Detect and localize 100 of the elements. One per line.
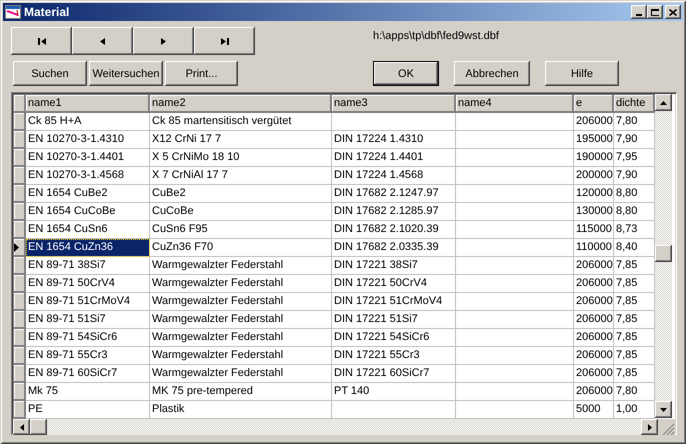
file-path: h:\apps\tp\dbf\fed9wst.dbf xyxy=(373,30,499,42)
table-cell: CuSn6 F95 xyxy=(150,220,332,238)
table-cell: Warmgewalzter Federstahl xyxy=(150,310,332,328)
table-cell: DIN 17224 1.4401 xyxy=(332,148,456,166)
table-cell: 206000 xyxy=(574,328,614,346)
table-cell: DIN 17221 50CrV4 xyxy=(332,274,456,292)
window-title: Material xyxy=(24,5,70,19)
table-cell: EN 1654 CuBe2 xyxy=(26,184,150,202)
next-record-button[interactable] xyxy=(133,27,194,55)
dialog-button[interactable]: Abbrechen xyxy=(454,61,530,86)
column-header[interactable]: e xyxy=(574,94,614,112)
column-header[interactable]: name3 xyxy=(332,94,456,112)
scroll-up-icon xyxy=(660,100,667,104)
scroll-left-icon xyxy=(20,424,24,430)
table-cell: EN 89-71 51CrMoV4 xyxy=(26,292,150,310)
table-cell: Ck 85 martensitisch vergütet xyxy=(150,112,332,130)
table-cell: 206000 xyxy=(574,292,614,310)
row-indicator[interactable] xyxy=(14,238,26,256)
table-cell: 120000 xyxy=(574,184,614,202)
table-cell: Warmgewalzter Federstahl xyxy=(150,292,332,310)
table-cell: CuZn36 F70 xyxy=(150,238,332,256)
table-cell: 195000 xyxy=(574,130,614,148)
window-icon xyxy=(5,5,21,19)
table-cell: Mk 75 xyxy=(26,382,150,400)
table-cell: DIN 17682 2.1020.39 xyxy=(332,220,456,238)
table-cell: EN 10270-3-1.4568 xyxy=(26,166,150,184)
horizontal-scrollbar[interactable] xyxy=(13,419,675,435)
toolbar-button[interactable]: Print... xyxy=(165,61,238,86)
table-cell: EN 89-71 54SiCr6 xyxy=(26,328,150,346)
table-cell: Ck 85 H+A xyxy=(26,112,150,130)
table-cell: DIN 17682 2.1285.97 xyxy=(332,202,456,220)
dialog-button[interactable]: Hilfe xyxy=(545,61,619,86)
table-cell: EN 89-71 50CrV4 xyxy=(26,274,150,292)
scroll-thumb[interactable] xyxy=(655,245,672,262)
table-cell: 206000 xyxy=(574,364,614,382)
table-cell: 206000 xyxy=(574,274,614,292)
last-record-button[interactable] xyxy=(194,27,255,55)
table-cell: EN 89-71 38Si7 xyxy=(26,256,150,274)
previous-record-button[interactable] xyxy=(72,27,133,55)
table-cell: DIN 17221 54SiCr6 xyxy=(332,328,456,346)
toolbar-button[interactable]: Weitersuchen xyxy=(89,61,163,86)
table-cell: EN 1654 CuCoBe xyxy=(26,202,150,220)
next-icon xyxy=(160,38,168,44)
table-cell: 206000 xyxy=(574,310,614,328)
table-cell: 200000 xyxy=(574,166,614,184)
column-header[interactable]: name4 xyxy=(456,94,574,112)
table-cell: EN 1654 CuZn36 xyxy=(26,238,150,256)
minimize-button[interactable] xyxy=(631,5,647,19)
scroll-right-icon xyxy=(648,424,652,430)
table-cell: 110000 xyxy=(574,238,614,256)
table-cell: MK 75 pre-tempered xyxy=(150,382,332,400)
table-cell: PT 140 xyxy=(332,382,456,400)
table-cell: 190000 xyxy=(574,148,614,166)
toolbar-button[interactable]: Suchen xyxy=(13,61,87,86)
table-cell: Warmgewalzter Federstahl xyxy=(150,274,332,292)
maximize-button[interactable] xyxy=(647,5,663,19)
table-cell: X 5 CrNiMo 18 10 xyxy=(150,148,332,166)
vertical-scrollbar[interactable] xyxy=(655,94,672,418)
close-icon xyxy=(669,8,677,16)
table-cell: Warmgewalzter Federstahl xyxy=(150,364,332,382)
table-cell: EN 89-71 51Si7 xyxy=(26,310,150,328)
table-cell: DIN 17224 1.4310 xyxy=(332,130,456,148)
corner-header xyxy=(14,94,26,112)
table-cell: DIN 17221 55Cr3 xyxy=(332,346,456,364)
table-cell: 115000 xyxy=(574,220,614,238)
current-row-icon xyxy=(14,243,19,252)
table-cell: 206000 xyxy=(574,112,614,130)
table-cell: 206000 xyxy=(574,346,614,364)
close-button[interactable] xyxy=(665,5,681,19)
table-cell: DIN 17221 51CrMoV4 xyxy=(332,292,456,310)
table-cell: X 7 CrNiAl 17 7 xyxy=(150,166,332,184)
table-cell: DIN 17224 1.4568 xyxy=(332,166,456,184)
first-record-icon xyxy=(38,38,46,44)
scroll-thumb[interactable] xyxy=(30,419,47,435)
table-cell: 130000 xyxy=(574,202,614,220)
first-record-button[interactable] xyxy=(11,27,72,55)
maximize-icon xyxy=(651,8,659,16)
table-cell: Warmgewalzter Federstahl xyxy=(150,328,332,346)
table-cell: 206000 xyxy=(574,382,614,400)
table-cell: DIN 17221 60SiCr7 xyxy=(332,364,456,382)
scroll-down-icon xyxy=(660,408,667,412)
table-cell: Warmgewalzter Federstahl xyxy=(150,346,332,364)
table-cell: EN 10270-3-1.4310 xyxy=(26,130,150,148)
table-cell: EN 89-71 60SiCr7 xyxy=(26,364,150,382)
previous-icon xyxy=(98,38,106,44)
table-cell: Warmgewalzter Federstahl xyxy=(150,256,332,274)
table-cell: 206000 xyxy=(574,256,614,274)
table-cell: DIN 17221 51Si7 xyxy=(332,310,456,328)
table-cell: EN 89-71 55Cr3 xyxy=(26,346,150,364)
table-cell: CuBe2 xyxy=(150,184,332,202)
table-cell: CuCoBe xyxy=(150,202,332,220)
column-header[interactable]: name1 xyxy=(26,94,150,112)
dialog-button[interactable]: OK xyxy=(373,61,439,86)
table-cell: DIN 17682 2.1247.97 xyxy=(332,184,456,202)
table-cell: DIN 17221 38Si7 xyxy=(332,256,456,274)
column-header[interactable]: name2 xyxy=(150,94,332,112)
table-cell: EN 10270-3-1.4401 xyxy=(26,148,150,166)
column-header[interactable]: dichte xyxy=(614,94,654,112)
table-cell: X12 CrNi 17 7 xyxy=(150,130,332,148)
table-cell: DIN 17682 2.0335.39 xyxy=(332,238,456,256)
